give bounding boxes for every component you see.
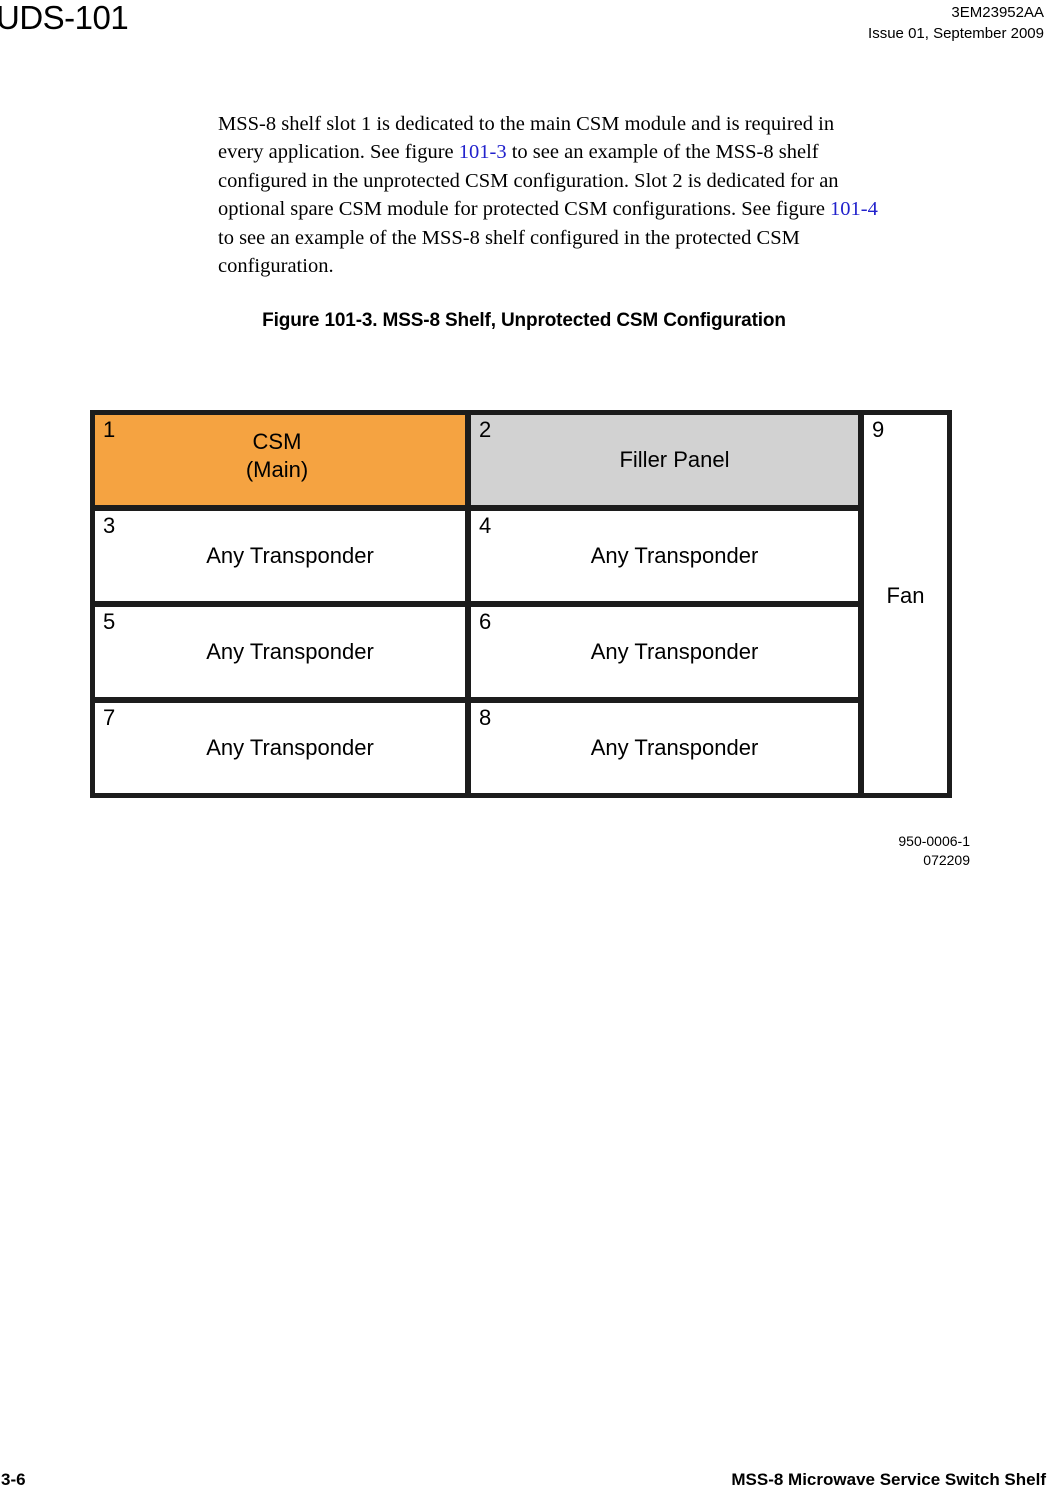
page-header: UDS-101 3EM23952AA Issue 01, September 2… [0, 0, 1048, 56]
slot-6[interactable]: 6 Any Transponder [471, 607, 858, 697]
figure-source-date: 072209 [923, 852, 970, 868]
slot-4-label: Any Transponder [590, 543, 759, 568]
slot-7-number: 7 [103, 705, 116, 730]
header-issue: Issue 01, September 2009 [868, 25, 1044, 42]
slot-3[interactable]: 3 Any Transponder [95, 511, 471, 601]
figure-caption: Figure 101-3. MSS-8 Shelf, Unprotected C… [262, 310, 786, 331]
figure-source-id: 950-0006-1 072209 [898, 832, 970, 870]
slot-6-number: 6 [479, 609, 492, 634]
shelf-row: 3 Any Transponder 4 Any Transponder [95, 511, 858, 607]
slot-1[interactable]: 1 CSM (Main) [95, 415, 471, 505]
page-footer: 3-6 MSS-8 Microwave Service Switch Shelf [0, 1464, 1048, 1490]
slot-grid: 1 CSM (Main) 2 Filler Panel 3 Any Transp… [95, 415, 858, 793]
footer-document-title: MSS-8 Microwave Service Switch Shelf [731, 1470, 1046, 1489]
shelf-diagram: 1 CSM (Main) 2 Filler Panel 3 Any Transp… [90, 410, 952, 798]
body-paragraph: MSS-8 shelf slot 1 is dedicated to the m… [218, 110, 878, 280]
slot-7[interactable]: 7 Any Transponder [95, 703, 471, 793]
shelf-row: 7 Any Transponder 8 Any Transponder [95, 703, 858, 793]
slot-8-number: 8 [479, 705, 492, 730]
slot-8[interactable]: 8 Any Transponder [471, 703, 858, 793]
paragraph-text-3: to see an example of the MSS-8 shelf con… [218, 226, 800, 278]
slot-3-label: Any Transponder [206, 543, 374, 568]
figure-xref-101-4[interactable]: 101-4 [830, 198, 878, 220]
shelf-frame: 1 CSM (Main) 2 Filler Panel 3 Any Transp… [90, 410, 952, 798]
slot-9-fan[interactable]: 9 Fan [858, 415, 947, 793]
slot-7-label: Any Transponder [206, 735, 374, 760]
slot-5-label: Any Transponder [206, 639, 374, 664]
slot-5[interactable]: 5 Any Transponder [95, 607, 471, 697]
shelf-row: 1 CSM (Main) 2 Filler Panel [95, 415, 858, 511]
slot-1-label: CSM (Main) [245, 429, 309, 483]
slot-4[interactable]: 4 Any Transponder [471, 511, 858, 601]
slot-5-number: 5 [103, 609, 116, 634]
slot-4-number: 4 [479, 513, 492, 538]
figure-source-number: 950-0006-1 [898, 833, 970, 849]
slot-8-label: Any Transponder [590, 735, 759, 760]
header-document-id: UDS-101 [0, 0, 129, 36]
slot-2[interactable]: 2 Filler Panel [471, 415, 858, 505]
slot-9-label: Fan [886, 583, 925, 609]
slot-2-number: 2 [479, 417, 492, 442]
header-meta: 3EM23952AA Issue 01, September 2009 [868, 2, 1044, 44]
figure-xref-101-3[interactable]: 101-3 [459, 141, 507, 163]
shelf-row: 5 Any Transponder 6 Any Transponder [95, 607, 858, 703]
slot-6-label: Any Transponder [590, 639, 759, 664]
slot-2-label: Filler Panel [619, 447, 730, 472]
slot-3-number: 3 [103, 513, 116, 538]
slot-9-number: 9 [872, 417, 885, 442]
header-part-number: 3EM23952AA [951, 4, 1044, 21]
footer-page-number: 3-6 [1, 1470, 26, 1489]
